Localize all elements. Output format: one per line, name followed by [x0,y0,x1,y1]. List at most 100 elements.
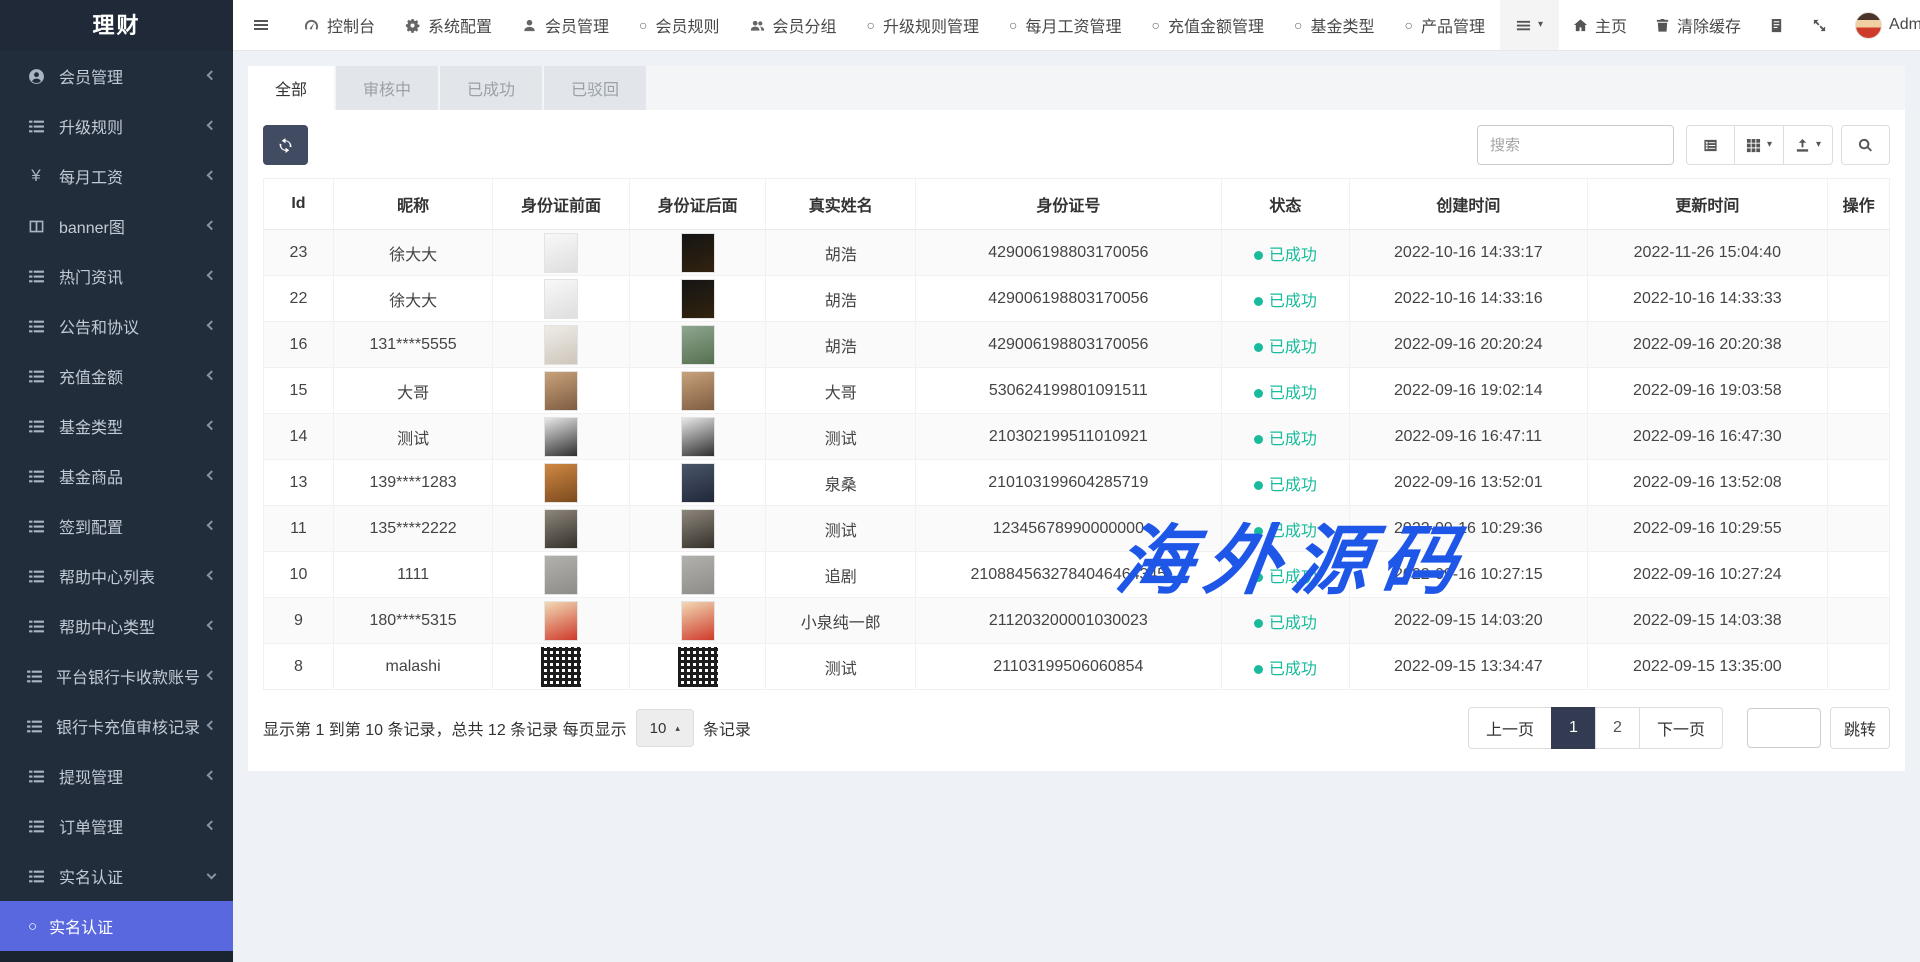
cell: 21103199506060854 [915,644,1221,690]
sidebar-item[interactable]: 充值金额 [0,351,233,401]
id-card-front-image[interactable] [544,463,578,503]
records-summary: 显示第 1 到第 10 条记录，总共 12 条记录 每页显示 10 ▴ 条记录 [263,709,751,747]
jump-button[interactable]: 跳转 [1830,707,1890,749]
sidebar-item[interactable]: 帮助中心类型 [0,601,233,651]
row-id: 13 [290,474,308,491]
caret-down-icon: ▾ [1767,140,1772,150]
id-card-front-image[interactable] [544,325,578,365]
nav-item[interactable]: ○产品管理 [1389,0,1499,50]
nav-menu-dropdown-button[interactable]: ▾ [1500,0,1559,50]
sidebar-toggle-button[interactable] [233,0,289,50]
nickname: 测试 [397,431,429,448]
cell: 8 [264,644,334,690]
list-icon [26,366,46,386]
created-time: 2022-09-15 13:34:47 [1394,658,1543,675]
sidebar-item-label: 平台银行卡收款账号 [56,664,200,688]
nav-item[interactable]: ○升级规则管理 [852,0,994,50]
sidebar-item[interactable]: ¥每月工资 [0,151,233,201]
page-size-dropdown[interactable]: 10 ▴ [636,709,694,747]
page-button[interactable]: 1 [1551,707,1596,749]
id-card-back-image[interactable] [681,279,715,319]
id-card-front-image[interactable] [544,371,578,411]
id-card-back-image[interactable] [681,325,715,365]
next-page-button[interactable]: 下一页 [1639,707,1723,749]
sidebar-subitem[interactable]: ○实名认证 [0,901,233,951]
id-card-back-image[interactable] [681,233,715,273]
prev-page-button[interactable]: 上一页 [1468,707,1552,749]
id-card-back-image[interactable] [681,371,715,411]
fullscreen-button[interactable] [1798,0,1841,50]
operations-cell [1828,230,1890,276]
nav-item[interactable]: ○每月工资管理 [994,0,1136,50]
search-input[interactable] [1477,125,1674,165]
export-button[interactable]: ▾ [1783,125,1833,165]
sidebar-item[interactable]: 提现管理 [0,751,233,801]
columns-toggle-button[interactable]: ▾ [1734,125,1784,165]
id-card-front-image[interactable] [544,417,578,457]
clear-cache-button[interactable]: 清除缓存 [1641,0,1755,50]
tab-1[interactable]: 审核中 [336,66,438,110]
cell [629,230,766,276]
id-card-front-image[interactable] [544,233,578,273]
id-card-back-image[interactable] [681,463,715,503]
page-button[interactable]: 2 [1595,707,1640,749]
updated-time: 2022-10-16 14:33:33 [1633,290,1782,307]
id-card-back-image[interactable] [681,555,715,595]
id-card-front-image[interactable] [544,279,578,319]
nav-item[interactable]: 会员管理 [507,0,624,50]
id-card-front-image[interactable] [544,555,578,595]
chevron-left-icon [207,770,217,780]
tab-2[interactable]: 已成功 [440,66,542,110]
nav-item[interactable]: 会员分组 [735,0,852,50]
sidebar-item[interactable]: 平台银行卡收款账号 [0,651,233,701]
status-dot-icon [1254,343,1263,352]
real-name: 小泉纯一郎 [801,615,881,632]
created-time: 2022-10-16 14:33:17 [1394,244,1543,261]
sidebar-item[interactable]: 基金类型 [0,401,233,451]
nav-item[interactable]: ○基金类型 [1279,0,1389,50]
sidebar-item[interactable]: banner图 [0,201,233,251]
chevron-left-icon [207,620,217,630]
row-id: 15 [290,382,308,399]
nav-item[interactable]: ○会员规则 [624,0,734,50]
id-card-front-image[interactable] [544,601,578,641]
id-card-back-image[interactable] [681,417,715,457]
sidebar-item[interactable]: 银行卡充值审核记录 [0,701,233,751]
nav-item[interactable]: 系统配置 [390,0,507,50]
sidebar-item[interactable]: 升级规则 [0,101,233,151]
history-button[interactable] [1755,0,1798,50]
cell: 2022-09-15 14:03:38 [1587,598,1828,644]
sidebar-item[interactable]: 签到配置 [0,501,233,551]
user-menu-button[interactable]: Admin [1841,0,1920,50]
sidebar-item[interactable]: 公告和协议 [0,301,233,351]
refresh-button[interactable] [263,125,308,165]
detail-view-button[interactable] [1686,125,1735,165]
id-card-front-image[interactable] [544,509,578,549]
sidebar-item[interactable]: 基金商品 [0,451,233,501]
sidebar-item[interactable]: 订单管理 [0,801,233,851]
search-button[interactable] [1841,125,1890,165]
cell: 139****1283 [333,460,492,506]
id-card-front-image[interactable] [541,647,581,687]
cell: 已成功 [1221,598,1349,644]
tab-all[interactable]: 全部 [248,66,334,110]
id-card-back-image[interactable] [681,601,715,641]
jump-page-input[interactable] [1747,708,1821,748]
id-card-back-image[interactable] [681,509,715,549]
sidebar-item[interactable]: 实名认证 [0,851,233,901]
nav-item-label: 升级规则管理 [883,13,979,37]
panel-body: ▾ ▾ [248,110,1905,771]
cell [493,644,630,690]
nav-item[interactable]: ○充值金额管理 [1137,0,1279,50]
tab-3[interactable]: 已驳回 [544,66,646,110]
real-name: 大哥 [825,385,857,402]
sidebar-item[interactable]: 会员管理 [0,51,233,101]
cell: 已成功 [1221,414,1349,460]
cell [493,230,630,276]
cell: 已成功 [1221,276,1349,322]
sidebar-item[interactable]: 热门资讯 [0,251,233,301]
nav-item[interactable]: 控制台 [289,0,390,50]
id-card-back-image[interactable] [678,647,718,687]
home-button[interactable]: 主页 [1559,0,1641,50]
sidebar-item[interactable]: 帮助中心列表 [0,551,233,601]
